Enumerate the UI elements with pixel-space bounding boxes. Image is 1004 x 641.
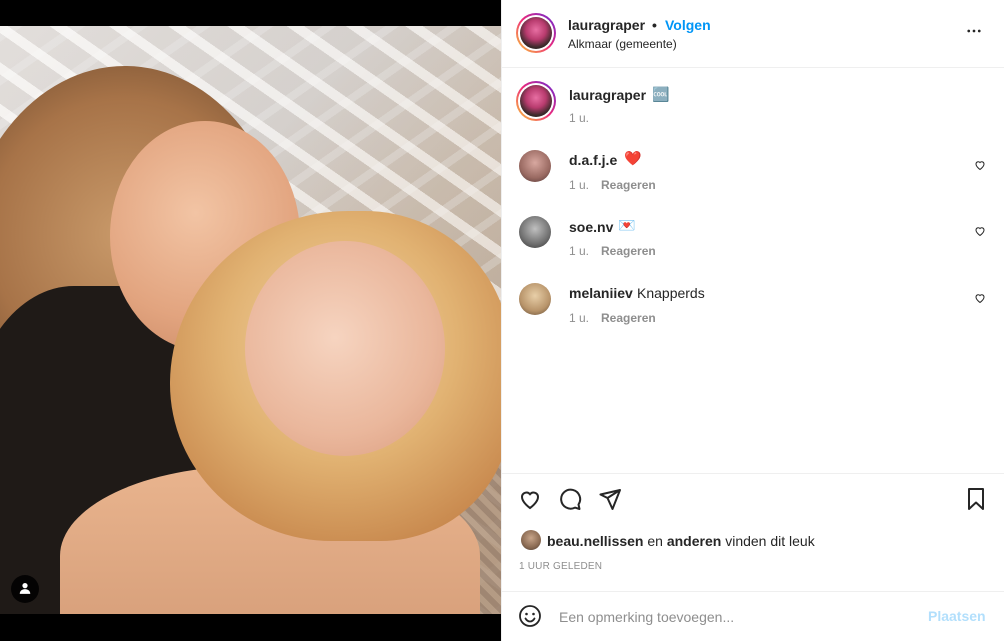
post-header: lauragraper • Volgen Alkmaar (gemeente) <box>502 0 1004 68</box>
post-photo[interactable] <box>0 26 501 614</box>
photo-person-right-face <box>245 241 445 456</box>
comment-username[interactable]: melaniiev <box>569 285 633 301</box>
save-button[interactable] <box>964 487 990 513</box>
liker-avatar[interactable] <box>521 530 541 550</box>
comment-time[interactable]: 1 u. <box>569 311 589 325</box>
bookmark-icon <box>968 488 984 510</box>
post-side-panel: lauragraper • Volgen Alkmaar (gemeente) … <box>501 0 1004 641</box>
likes-others-link[interactable]: anderen <box>667 533 721 549</box>
heart-icon <box>975 227 985 237</box>
share-button[interactable] <box>598 487 624 513</box>
comment-avatar[interactable] <box>519 283 551 315</box>
caption-author-avatar[interactable] <box>516 81 556 121</box>
comment-time[interactable]: 1 u. <box>569 178 589 192</box>
post-comment-button[interactable]: Plaatsen <box>928 608 986 624</box>
likes-summary: beau.nellissen en anderen vinden dit leu… <box>547 533 815 549</box>
likes-suffix: vinden dit leuk <box>721 533 815 549</box>
comment-text: 💌 <box>618 217 636 233</box>
comment-text: Knapperds <box>637 285 705 301</box>
comment-input[interactable] <box>559 606 909 628</box>
caption-text: 🆒 <box>652 86 670 102</box>
caption-time[interactable]: 1 u. <box>569 111 589 125</box>
comment-reply-button[interactable]: Reageren <box>601 244 656 258</box>
comment-like-button[interactable] <box>974 224 988 238</box>
caption-username[interactable]: lauragraper <box>569 87 646 103</box>
comment-bubble-icon <box>560 488 582 510</box>
user-tag-button[interactable] <box>11 575 39 603</box>
comment-text: ❤️ <box>624 150 642 166</box>
author-avatar[interactable] <box>516 13 556 53</box>
emoji-icon <box>519 605 541 627</box>
heart-icon <box>520 491 540 510</box>
heart-icon <box>975 161 985 171</box>
comment-avatar[interactable] <box>519 150 551 182</box>
comment-avatar[interactable] <box>519 216 551 248</box>
comment-username[interactable]: d.a.f.j.e <box>569 152 617 168</box>
comment-like-button[interactable] <box>974 158 988 172</box>
follow-button[interactable]: Volgen <box>665 17 711 33</box>
post-viewer: lauragraper • Volgen Alkmaar (gemeente) … <box>0 0 1004 641</box>
comment-composer: Plaatsen <box>502 591 1004 641</box>
header-separator: • <box>652 17 657 33</box>
emoji-button[interactable] <box>518 604 544 630</box>
post-timestamp[interactable]: 1 UUR GELEDEN <box>519 561 602 572</box>
likes-joiner: en <box>643 533 667 549</box>
post-location[interactable]: Alkmaar (gemeente) <box>568 37 677 51</box>
comment-username[interactable]: soe.nv <box>569 219 613 235</box>
paper-plane-icon <box>599 489 621 510</box>
more-options-button[interactable] <box>964 22 984 42</box>
more-horizontal-icon <box>965 22 983 43</box>
heart-icon <box>975 294 985 304</box>
comment-button[interactable] <box>558 487 584 513</box>
comment-time[interactable]: 1 u. <box>569 244 589 258</box>
post-actions: beau.nellissen en anderen vinden dit leu… <box>502 473 1004 591</box>
author-username[interactable]: lauragraper <box>568 17 645 33</box>
comment-reply-button[interactable]: Reageren <box>601 178 656 192</box>
media-area <box>0 0 501 641</box>
user-tag-icon <box>18 581 32 598</box>
liker-username[interactable]: beau.nellissen <box>547 533 643 549</box>
like-button[interactable] <box>518 487 544 513</box>
comment-like-button[interactable] <box>974 291 988 305</box>
comment-reply-button[interactable]: Reageren <box>601 311 656 325</box>
